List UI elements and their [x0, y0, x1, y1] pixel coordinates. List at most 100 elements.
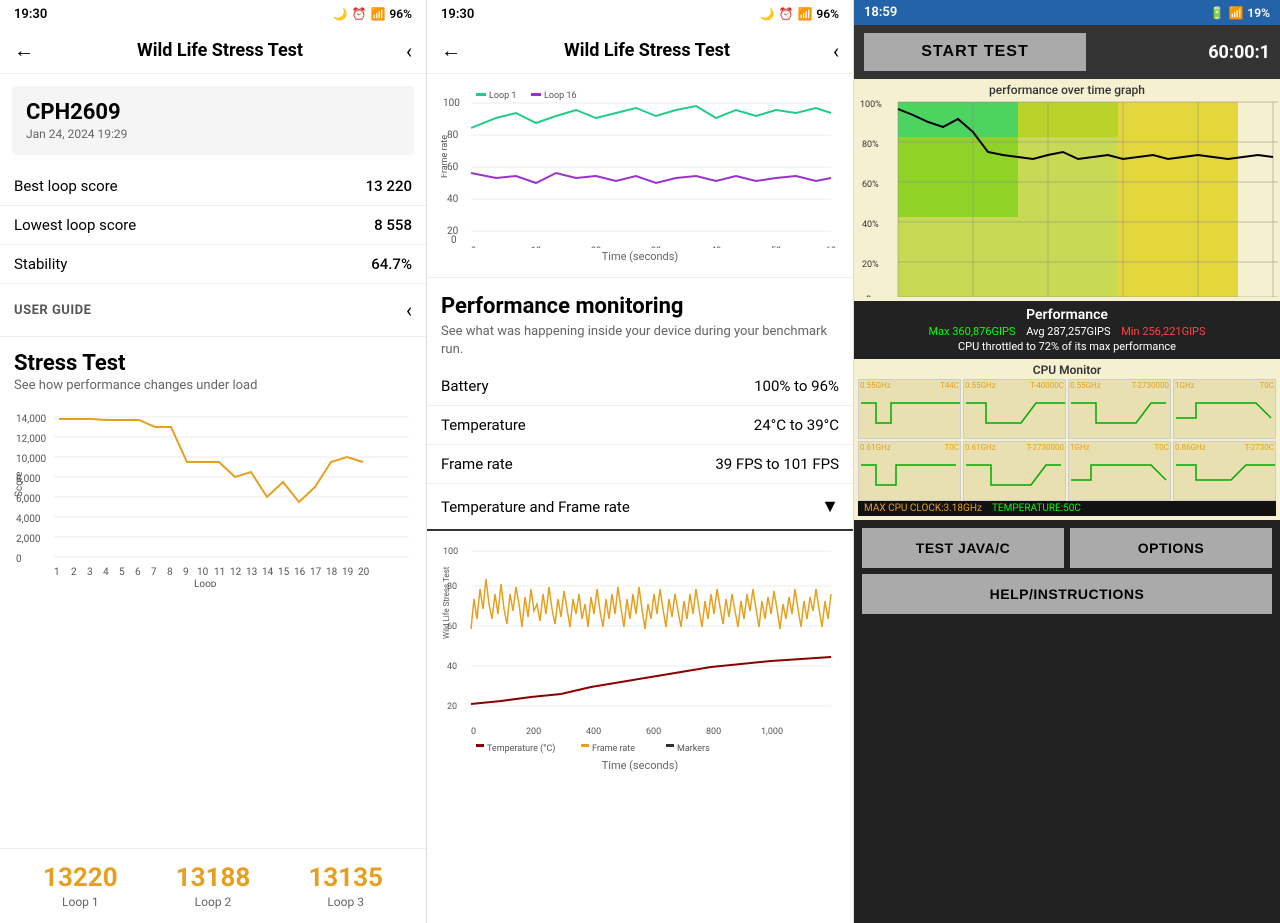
share-button-2[interactable]: ‹: [833, 39, 839, 63]
user-guide-share-icon[interactable]: ‹: [406, 298, 412, 322]
start-test-button[interactable]: START TEST: [864, 33, 1086, 71]
test-java-c-button[interactable]: TEST JAVA/C: [862, 528, 1064, 568]
dropdown-row[interactable]: Temperature and Frame rate ▼: [427, 484, 853, 531]
svg-text:10: 10: [197, 567, 209, 578]
status-icons-3: 🔋 📶 19%: [1210, 6, 1270, 20]
svg-text:17: 17: [310, 567, 322, 578]
panel-2: 19:30 🌙 ⏰ 📶 96% ← Wild Life Stress Test …: [427, 0, 854, 923]
svg-text:1,000: 1,000: [761, 727, 783, 737]
avg-gips-value: 287,257GIPS: [1047, 325, 1110, 338]
dropdown-label: Temperature and Frame rate: [441, 498, 821, 516]
alarm-icon-2: ⏰: [779, 7, 794, 21]
loop-2-label: Loop 2: [176, 895, 251, 909]
cpu-cell-5-freq: 0.61GHz: [860, 443, 891, 452]
time-1: 19:30: [14, 7, 47, 22]
svg-text:9: 9: [183, 567, 189, 578]
svg-text:Markers: Markers: [677, 744, 710, 754]
cpu-cell-4-temp: T0C: [1260, 381, 1274, 390]
svg-text:Wild Life Stress Test: Wild Life Stress Test: [442, 567, 451, 640]
cpu-monitor-title: CPU Monitor: [858, 363, 1276, 377]
svg-text:60%: 60%: [862, 180, 879, 190]
cpu-cell-6: 0.61GHz T-2730000: [963, 441, 1066, 501]
cpu-wave-7: [1071, 455, 1171, 500]
start-test-row: START TEST 60:00:1: [854, 25, 1280, 79]
best-loop-label: Best loop score: [14, 177, 118, 195]
device-card: CPH2609 Jan 24, 2024 19:29: [12, 86, 414, 155]
perf-gips-row: Max 360,876GIPS Avg 287,257GIPS Min 256,…: [864, 325, 1270, 338]
temperature-key: Temperature: [441, 416, 526, 434]
moon-icon: 🌙: [333, 7, 348, 21]
svg-text:0: 0: [471, 246, 476, 248]
cpu-cell-5: 0.61GHz T0C: [858, 441, 961, 501]
cpu-temperature: TEMPERATURE:50C: [992, 503, 1081, 514]
lowest-loop-label: Lowest loop score: [14, 216, 136, 234]
svg-text:0: 0: [866, 295, 871, 297]
svg-text:60: 60: [826, 246, 836, 248]
stability-value: 64.7%: [371, 255, 412, 273]
panel-1: 19:30 🌙 ⏰ 📶 96% ← Wild Life Stress Test …: [0, 0, 427, 923]
back-button-2[interactable]: ←: [441, 38, 461, 63]
options-button[interactable]: OPTIONS: [1070, 528, 1272, 568]
cpu-wave-3: [1071, 393, 1171, 438]
svg-text:18: 18: [326, 567, 338, 578]
svg-text:80%: 80%: [862, 140, 879, 150]
moon-icon-2: 🌙: [760, 7, 775, 21]
time-3: 18:59: [864, 5, 897, 20]
battery-row: Battery 100% to 96%: [427, 367, 853, 406]
loop-3-value: 13135: [308, 863, 383, 893]
stability-row: Stability 64.7%: [0, 245, 426, 284]
top-nav-1: ← Wild Life Stress Test ‹: [0, 28, 426, 74]
stress-title: Stress Test: [14, 351, 412, 376]
status-bar-2: 19:30 🌙 ⏰ 📶 96%: [427, 0, 853, 28]
share-button-1[interactable]: ‹: [406, 39, 412, 63]
cpu-cell-6-freq: 0.61GHz: [965, 443, 996, 452]
help-instructions-button[interactable]: HELP/INSTRUCTIONS: [862, 574, 1272, 614]
bottom-btn-row-1: TEST JAVA/C OPTIONS: [862, 528, 1272, 568]
back-button-1[interactable]: ←: [14, 38, 34, 63]
svg-text:20%: 20%: [862, 260, 879, 270]
battery-3: 19%: [1247, 6, 1270, 20]
svg-text:10,000: 10,000: [16, 454, 46, 465]
temperature-row: Temperature 24°C to 39°C: [427, 406, 853, 445]
bottom-buttons: TEST JAVA/C OPTIONS HELP/INSTRUCTIONS: [854, 520, 1280, 622]
max-gips-value: 360,876GIPS: [952, 325, 1015, 338]
svg-text:Temperature (°C): Temperature (°C): [487, 743, 555, 754]
cpu-cell-1: 0.55GHz T44C: [858, 379, 961, 439]
svg-text:3: 3: [87, 567, 93, 578]
loop-1-label: Loop 1: [43, 895, 118, 909]
timer-display: 60:00:1: [1096, 42, 1270, 63]
svg-text:14,000: 14,000: [16, 414, 46, 425]
user-guide-label: USER GUIDE: [14, 303, 91, 318]
lowest-loop-row: Lowest loop score 8 558: [0, 206, 426, 245]
status-bar-1: 19:30 🌙 ⏰ 📶 96%: [0, 0, 426, 28]
perf-throttle-text: CPU throttled to 72% of its max performa…: [864, 340, 1270, 353]
status-icons-1: 🌙 ⏰ 📶 96%: [333, 7, 412, 21]
battery-2: 96%: [816, 7, 839, 21]
perf-graph-container: performance over time graph: [854, 79, 1280, 301]
device-name: CPH2609: [26, 100, 400, 125]
framerate-x-label: Time (seconds): [441, 250, 839, 263]
framerate-row: Frame rate 39 FPS to 101 FPS: [427, 445, 853, 484]
loop-1-value: 13220: [43, 863, 118, 893]
svg-text:40%: 40%: [862, 220, 879, 230]
svg-text:16: 16: [294, 567, 306, 578]
device-date: Jan 24, 2024 19:29: [26, 127, 400, 141]
user-guide-row[interactable]: USER GUIDE ‹: [0, 284, 426, 337]
loop-2-value: 13188: [176, 863, 251, 893]
svg-text:0: 0: [451, 235, 457, 246]
cpu-cell-3: 0.55GHz T-2730000: [1068, 379, 1171, 439]
performance-section: Performance Max 360,876GIPS Avg 287,257G…: [854, 301, 1280, 359]
top-nav-2: ← Wild Life Stress Test ‹: [427, 28, 853, 74]
svg-text:4: 4: [103, 567, 109, 578]
cpu-cell-7-temp: T0C: [1155, 443, 1169, 452]
stress-subtitle: See how performance changes under load: [14, 378, 412, 393]
svg-text:7: 7: [151, 567, 157, 578]
cpu-cell-4: 1GHz T0C: [1173, 379, 1276, 439]
cpu-cell-1-temp: T44C: [940, 381, 959, 390]
status-icons-2: 🌙 ⏰ 📶 96%: [760, 7, 839, 21]
svg-text:400: 400: [586, 727, 601, 737]
svg-text:12,000: 12,000: [16, 434, 46, 445]
svg-text:40: 40: [447, 662, 457, 672]
svg-text:600: 600: [646, 727, 661, 737]
status-bar-3: 18:59 🔋 📶 19%: [854, 0, 1280, 25]
